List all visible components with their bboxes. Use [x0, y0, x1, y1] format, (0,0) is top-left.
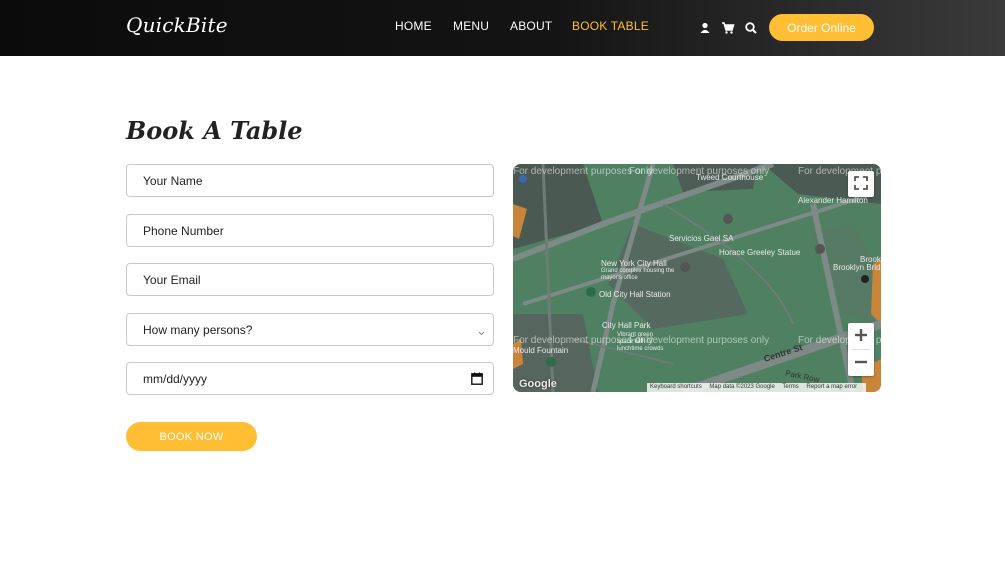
fullscreen-icon — [854, 175, 868, 194]
nav-menu[interactable]: MENU — [453, 19, 489, 33]
pin-cityhall-icon[interactable] — [680, 262, 690, 272]
phone-input[interactable]: Phone Number — [126, 214, 494, 247]
name-input[interactable]: Your Name — [126, 164, 494, 197]
map-label-bridge: Brooklyn Bridge City — [833, 263, 881, 272]
order-online-button[interactable]: Order Online — [769, 14, 874, 41]
map-label-servicios: Servicios Gael SA — [669, 234, 734, 243]
name-input-placeholder: Your Name — [143, 173, 203, 188]
pin-greeley-icon[interactable] — [815, 244, 825, 254]
email-input-placeholder: Your Email — [143, 272, 201, 287]
map-label-cityhall: New York City Hall — [601, 259, 667, 268]
location-map[interactable]: For development purposes only For develo… — [513, 164, 881, 392]
chevron-down-icon — [478, 326, 485, 336]
fullscreen-button[interactable] — [848, 171, 874, 197]
map-label-fountain: Mould Fountain — [513, 346, 569, 355]
nav-home[interactable]: HOME — [395, 19, 432, 33]
google-logo[interactable]: Google — [519, 378, 557, 390]
nav-book-table[interactable]: BOOK TABLE — [572, 19, 649, 33]
site-header: QuickBite HOME MENU ABOUT BOOK TABLE Ord… — [0, 0, 1005, 56]
map-label-courthouse: Tweed Courthouse — [696, 173, 764, 182]
map-label-park: City Hall Park — [602, 321, 651, 330]
zoom-in-button[interactable] — [848, 323, 874, 349]
page-title: Book A Table — [126, 116, 303, 145]
date-input[interactable]: mm/dd/yyyy — [126, 362, 494, 395]
persons-select[interactable]: How many persons? — [126, 313, 494, 346]
email-input[interactable]: Your Email — [126, 263, 494, 296]
persons-select-value: How many persons? — [143, 322, 253, 337]
map-data-attribution: Map data ©2023 Google — [709, 384, 775, 390]
map-label-cityhall-sub: Grand complex housing the mayor's office — [601, 268, 675, 281]
report-error-link[interactable]: Report a map error — [806, 384, 857, 390]
search-icon[interactable] — [744, 20, 758, 34]
nav-about[interactable]: ABOUT — [510, 19, 552, 33]
book-now-button[interactable]: BOOK NOW — [126, 422, 257, 451]
calendar-icon[interactable] — [471, 372, 483, 385]
map-label-greeley: Horace Greeley Statue — [719, 248, 801, 257]
plus-icon — [854, 327, 868, 346]
zoom-out-button[interactable] — [848, 350, 874, 376]
map-footer: Keyboard shortcuts Map data ©2023 Google… — [647, 383, 867, 392]
keyboard-shortcuts-link[interactable]: Keyboard shortcuts — [650, 384, 702, 390]
pin-fountain-icon[interactable] — [546, 357, 556, 367]
map-label-brook: Brook — [860, 255, 881, 264]
pin-transit-icon[interactable] — [861, 275, 869, 283]
zoom-controls — [848, 323, 874, 376]
minus-icon — [854, 354, 868, 373]
map-label-hamilton: Alexander Hamilton — [798, 196, 868, 205]
date-input-placeholder: mm/dd/yyyy — [143, 371, 208, 386]
map-label-station: Old City Hall Station — [599, 290, 671, 299]
pin-courthouse-icon[interactable] — [723, 214, 733, 224]
user-icon[interactable] — [698, 20, 712, 34]
phone-input-placeholder: Phone Number — [143, 223, 224, 238]
pin-station-icon[interactable] — [586, 287, 596, 297]
cart-icon[interactable] — [721, 20, 735, 34]
terms-link[interactable]: Terms — [782, 384, 798, 390]
map-label-park-sub: Vibrant green space with lunchtime crowd… — [617, 332, 664, 352]
brand-logo[interactable]: QuickBite — [126, 13, 228, 37]
